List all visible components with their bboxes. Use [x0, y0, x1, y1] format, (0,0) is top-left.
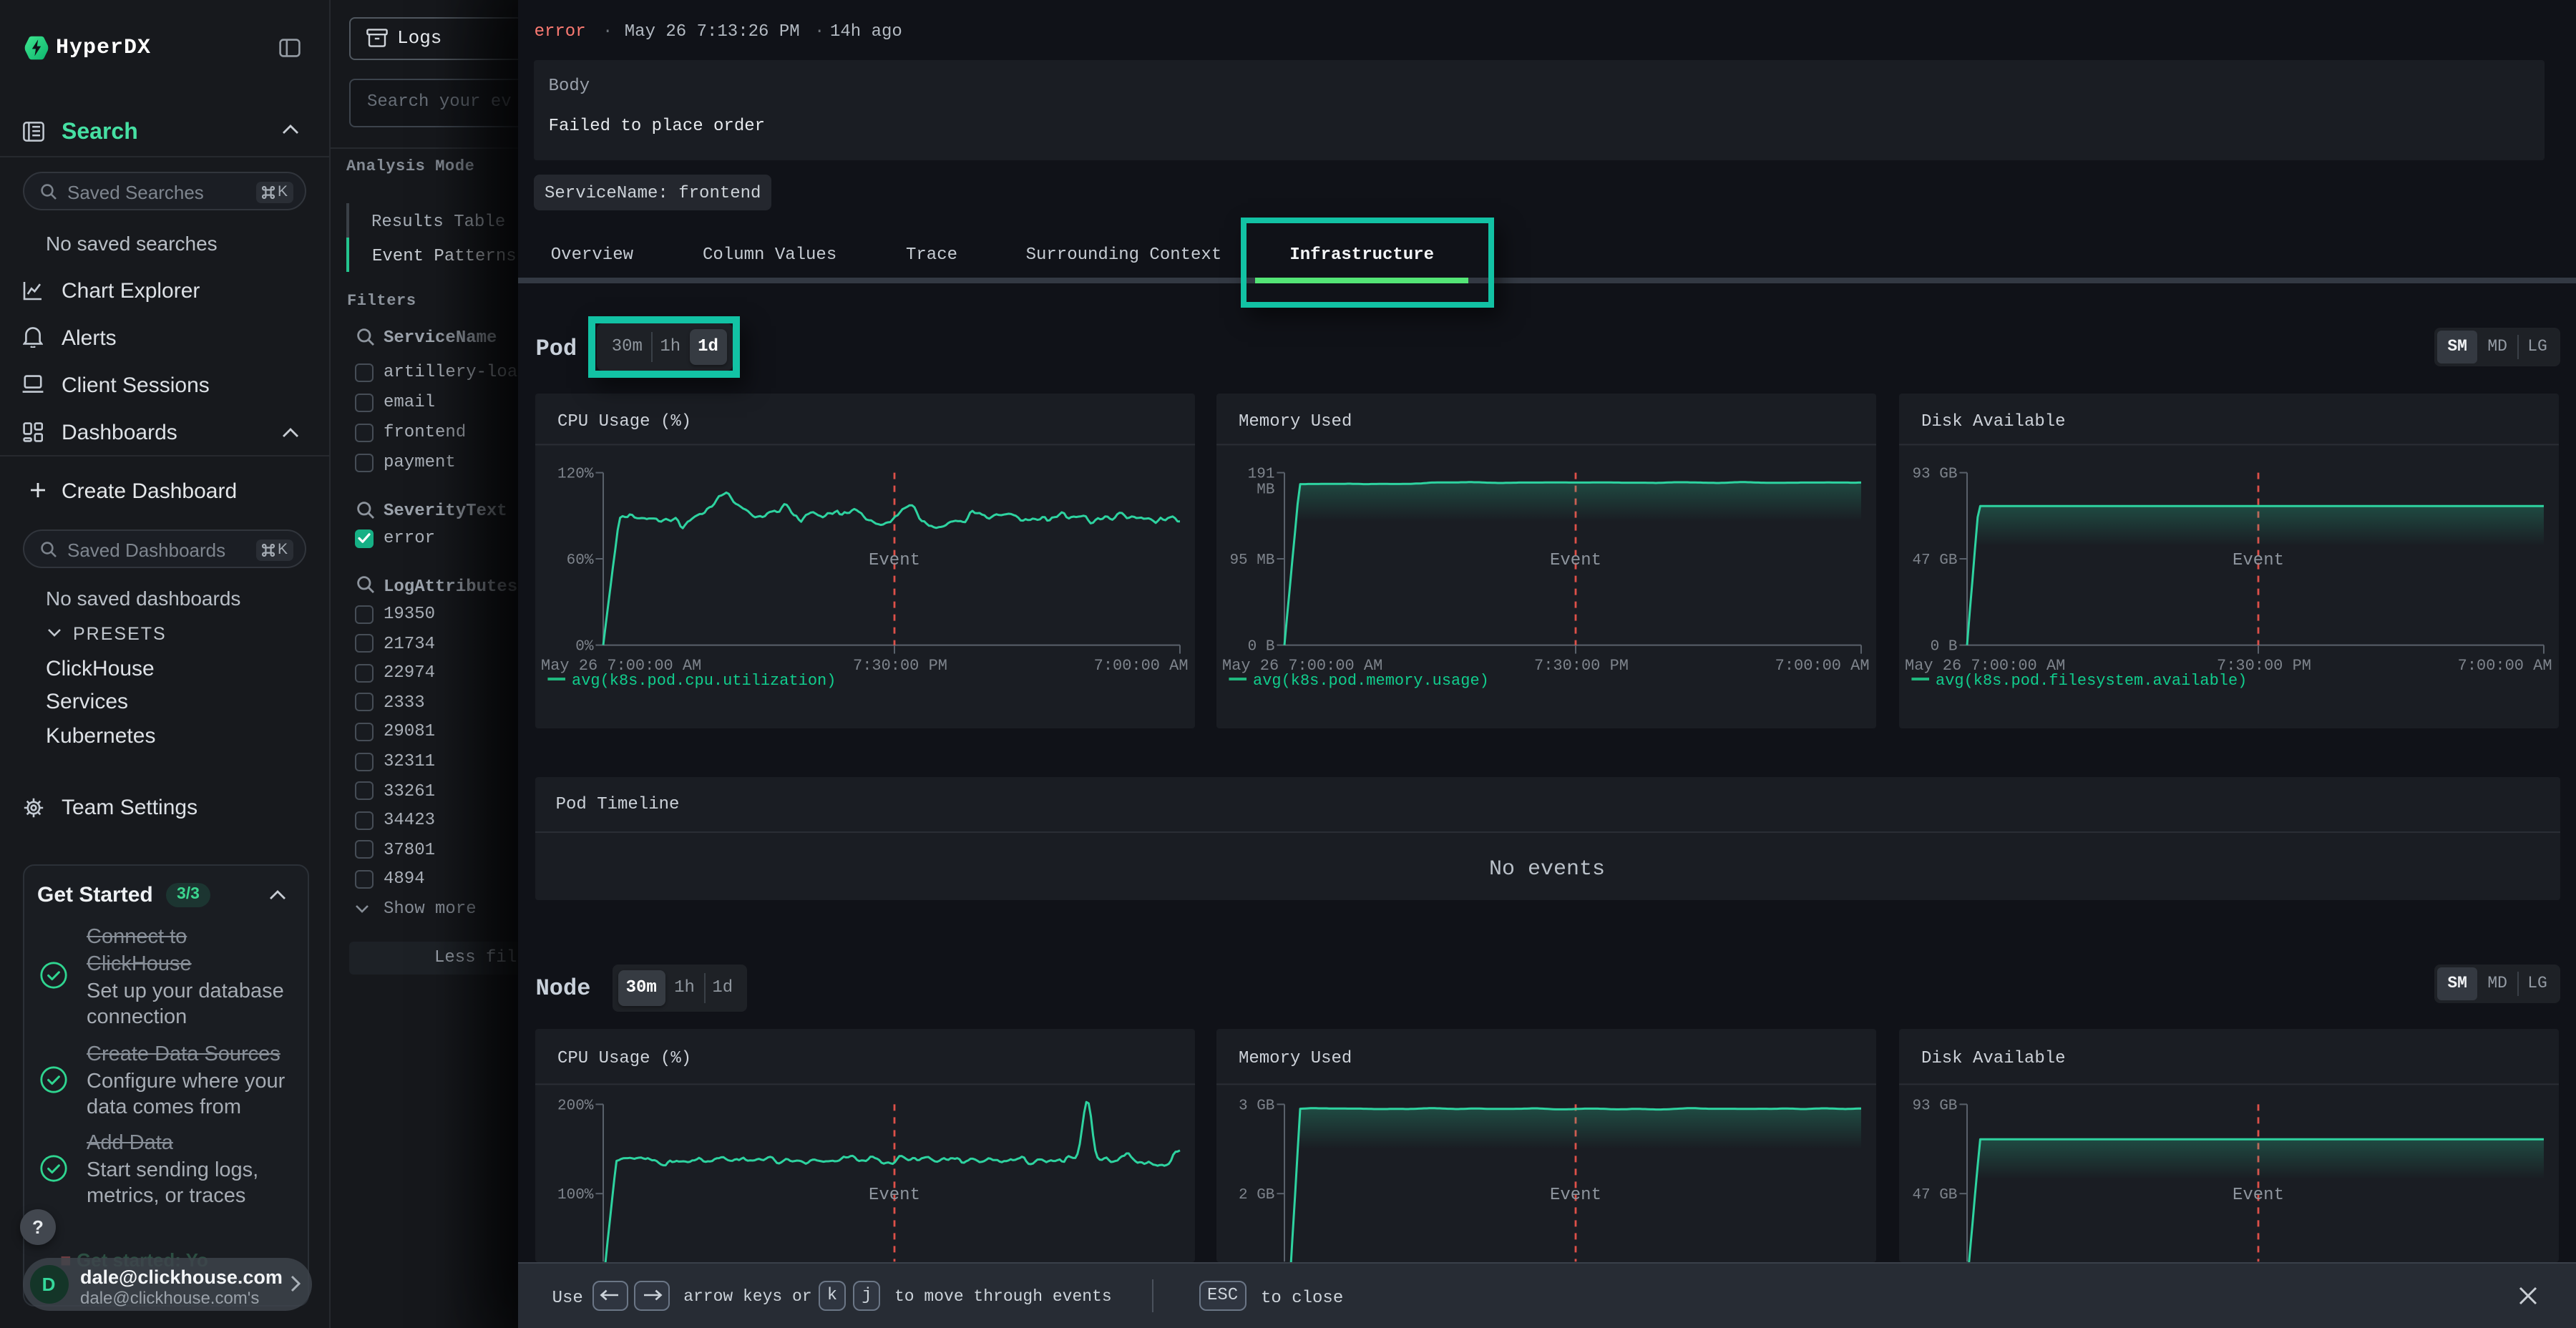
svg-text:avg(k8s.pod.filesystem.availab: avg(k8s.pod.filesystem.available)	[1935, 673, 2246, 690]
svg-text:3 GB: 3 GB	[1239, 1098, 1274, 1115]
svg-text:7:00:00 AM: 7:00:00 AM	[1093, 658, 1188, 675]
svg-text:47 GB: 47 GB	[1912, 1188, 1957, 1204]
svg-text:93 GB: 93 GB	[1912, 467, 1957, 483]
svg-text:191: 191	[1248, 467, 1275, 483]
svg-text:7:30:00 PM: 7:30:00 PM	[852, 658, 947, 675]
svg-text:CPU Usage (%): CPU Usage (%)	[557, 413, 691, 432]
svg-text:avg(k8s.pod.cpu.utilization): avg(k8s.pod.cpu.utilization)	[571, 673, 835, 690]
svg-text:MB: MB	[1257, 482, 1274, 499]
svg-text:120%: 120%	[557, 467, 593, 483]
svg-text:CPU Usage (%): CPU Usage (%)	[557, 1050, 691, 1069]
svg-text:Disk Available: Disk Available	[1921, 413, 2065, 432]
svg-text:Event: Event	[1550, 552, 1601, 571]
svg-text:200%: 200%	[557, 1098, 593, 1115]
svg-text:Disk Available: Disk Available	[1921, 1050, 2065, 1069]
svg-text:0 B: 0 B	[1930, 639, 1957, 655]
svg-text:47 GB: 47 GB	[1912, 553, 1957, 570]
svg-text:7:30:00 PM: 7:30:00 PM	[1534, 658, 1629, 675]
svg-text:avg(k8s.pod.memory.usage): avg(k8s.pod.memory.usage)	[1253, 673, 1489, 690]
svg-text:60%: 60%	[566, 553, 593, 570]
svg-text:Event: Event	[2232, 552, 2283, 571]
svg-text:Memory Used: Memory Used	[1239, 1050, 1352, 1069]
svg-text:0 B: 0 B	[1248, 639, 1275, 655]
svg-text:100%: 100%	[557, 1188, 593, 1204]
svg-text:Event: Event	[868, 1186, 919, 1206]
svg-text:7:00:00 AM: 7:00:00 AM	[1775, 658, 1870, 675]
svg-text:93 GB: 93 GB	[1912, 1098, 1957, 1115]
svg-text:0%: 0%	[575, 639, 593, 655]
svg-text:95 MB: 95 MB	[1230, 553, 1275, 570]
svg-text:Event: Event	[2232, 1186, 2283, 1206]
svg-text:Memory Used: Memory Used	[1239, 413, 1352, 432]
svg-text:Event: Event	[868, 552, 919, 571]
svg-text:Event: Event	[1550, 1186, 1601, 1206]
svg-text:7:00:00 AM: 7:00:00 AM	[2457, 658, 2552, 675]
svg-text:2 GB: 2 GB	[1239, 1188, 1274, 1204]
